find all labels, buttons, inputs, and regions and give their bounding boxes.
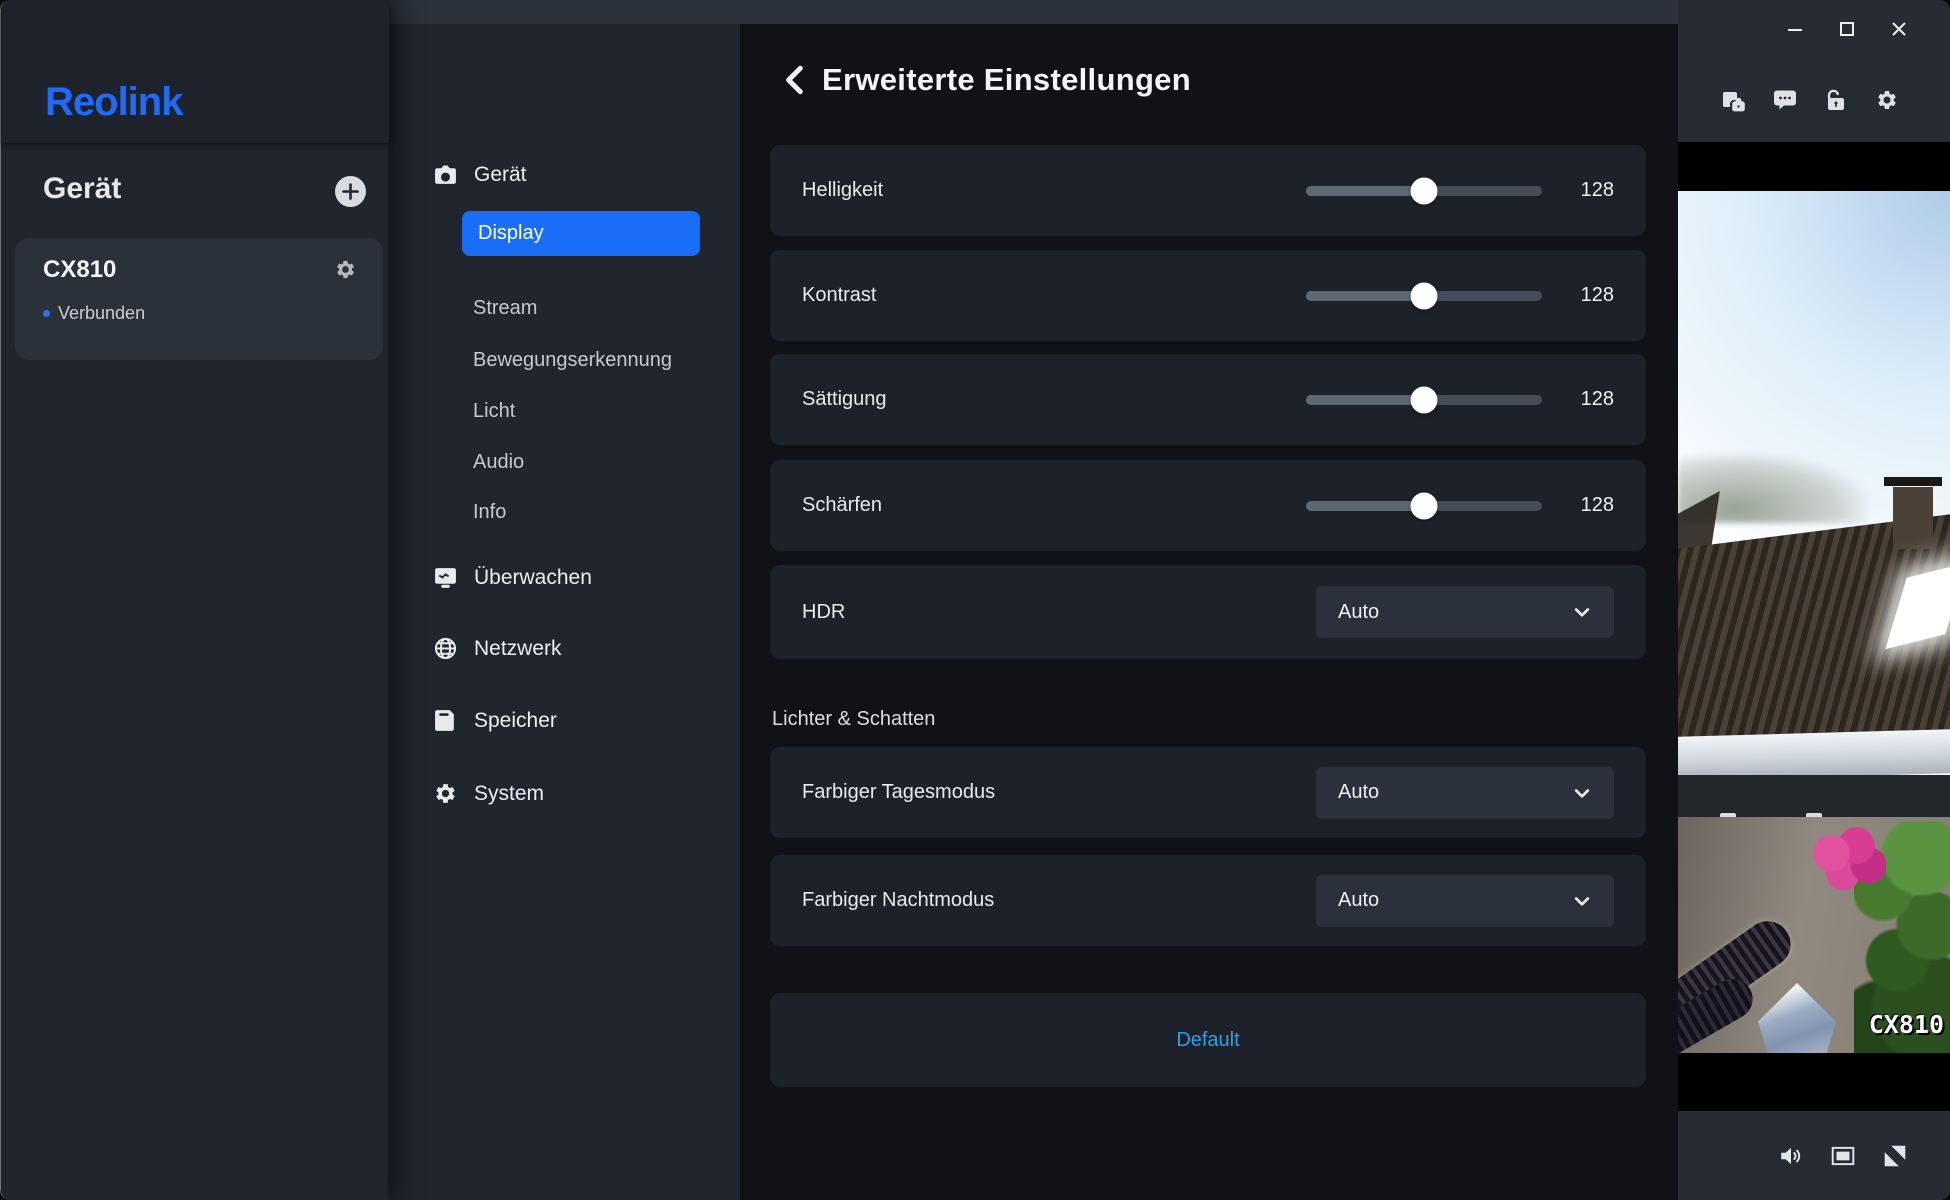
- dropdown-value: Auto: [1338, 781, 1379, 804]
- dropdown-value: Auto: [1338, 889, 1379, 912]
- chimney: [1893, 487, 1933, 549]
- screenshot-lock-icon[interactable]: [1722, 88, 1746, 112]
- slider-value: 128: [1566, 284, 1614, 307]
- nav-item-stream[interactable]: Stream: [473, 297, 537, 320]
- settings-gear-icon[interactable]: [1875, 88, 1899, 112]
- setting-label: Farbiger Tagesmodus: [802, 781, 995, 804]
- chevron-down-icon: [1572, 602, 1592, 622]
- default-button[interactable]: Default: [770, 993, 1646, 1087]
- tagesmodus-dropdown[interactable]: Auto: [1316, 767, 1614, 819]
- unlock-icon[interactable]: [1824, 88, 1848, 112]
- live-view-bottom-bar: [1678, 1111, 1950, 1200]
- live-view-toolbar: [1678, 88, 1950, 112]
- nav-group-label: Gerät: [474, 163, 527, 187]
- nav-section-label: System: [474, 782, 544, 806]
- settings-nav-panel: Gerät Display Stream Bewegungserkennung …: [388, 24, 740, 1200]
- nav-item-display[interactable]: Display: [462, 211, 700, 256]
- kontrast-slider[interactable]: [1306, 291, 1542, 301]
- setting-label: Farbiger Nachtmodus: [802, 889, 994, 912]
- monitor-icon: [433, 565, 458, 590]
- schaerfen-slider[interactable]: [1306, 501, 1542, 511]
- nav-item-licht[interactable]: Licht: [473, 400, 515, 423]
- device-status-text: Verbunden: [58, 303, 145, 324]
- minimize-icon[interactable]: [1786, 20, 1804, 38]
- device-settings-icon[interactable]: [334, 258, 357, 281]
- device-section-title: Gerät: [43, 172, 121, 206]
- advanced-settings-panel: Erweiterte Einstellungen Helligkeit 128 …: [740, 24, 1678, 1200]
- slider-knob[interactable]: [1411, 177, 1438, 204]
- slider-knob[interactable]: [1411, 386, 1438, 413]
- helligkeit-slider[interactable]: [1306, 186, 1542, 196]
- nav-item-bewegungserkennung[interactable]: Bewegungserkennung: [473, 349, 672, 372]
- setting-label: HDR: [802, 601, 845, 624]
- geranium-flower: [1808, 827, 1886, 893]
- setting-row-hdr: HDR Auto: [770, 565, 1646, 659]
- setting-row-helligkeit: Helligkeit 128: [770, 145, 1646, 236]
- slider-knob[interactable]: [1411, 282, 1438, 309]
- maximize-icon[interactable]: [1838, 20, 1856, 38]
- setting-label: Kontrast: [802, 284, 876, 307]
- section-lichter-schatten: Lichter & Schatten: [772, 708, 935, 731]
- live-video[interactable]: CX810: [1678, 142, 1950, 1111]
- add-device-button[interactable]: [335, 176, 366, 207]
- nachtmodus-dropdown[interactable]: Auto: [1316, 875, 1614, 927]
- nav-section-speicher[interactable]: Speicher: [433, 708, 557, 733]
- balcony-ledge: [1678, 729, 1950, 781]
- balcony-rail: [1678, 775, 1950, 817]
- nav-group-geraet[interactable]: Gerät: [433, 162, 527, 187]
- speaker-icon[interactable]: [1778, 1143, 1804, 1169]
- nav-section-netzwerk[interactable]: Netzwerk: [433, 636, 562, 661]
- live-view-panel: CX810: [1678, 0, 1950, 1200]
- nav-section-ueberwachen[interactable]: Überwachen: [433, 565, 592, 590]
- camera-stream-image: CX810: [1678, 191, 1950, 1053]
- nav-section-label: Speicher: [474, 709, 557, 733]
- setting-row-schaerfen: Schärfen 128: [770, 460, 1646, 551]
- slider-value: 128: [1566, 388, 1614, 411]
- setting-row-nachtmodus: Farbiger Nachtmodus Auto: [770, 855, 1646, 946]
- storage-icon: [433, 708, 458, 733]
- gear-icon: [433, 781, 458, 806]
- window-controls: [1786, 20, 1908, 38]
- reolink-logo: Reolink: [45, 80, 182, 125]
- window-titlebar[interactable]: [388, 0, 1678, 24]
- reolink-client-window: Gerät Display Stream Bewegungserkennung …: [0, 0, 1950, 1200]
- setting-label: Sättigung: [802, 388, 887, 411]
- dropdown-value: Auto: [1338, 601, 1379, 624]
- plus-icon: [342, 183, 359, 200]
- chevron-down-icon: [1572, 783, 1592, 803]
- nav-section-label: Überwachen: [474, 566, 592, 590]
- nav-section-label: Netzwerk: [474, 637, 562, 661]
- setting-row-saettigung: Sättigung 128: [770, 354, 1646, 445]
- device-card[interactable]: CX810 Verbunden: [15, 238, 383, 360]
- slider-value: 128: [1566, 179, 1614, 202]
- fullscreen-icon[interactable]: [1882, 1143, 1908, 1169]
- drawer-header: Reolink: [1, 0, 389, 143]
- nav-section-system[interactable]: System: [433, 781, 544, 806]
- chimney-cap: [1884, 477, 1942, 486]
- nav-item-info[interactable]: Info: [473, 501, 506, 524]
- chevron-down-icon: [1572, 891, 1592, 911]
- device-drawer: Reolink Gerät CX810 Verbunden: [0, 0, 388, 1200]
- slider-knob[interactable]: [1411, 492, 1438, 519]
- page-title: Erweiterte Einstellungen: [822, 62, 1191, 98]
- saettigung-slider[interactable]: [1306, 395, 1542, 405]
- nav-item-audio[interactable]: Audio: [473, 451, 524, 474]
- close-icon[interactable]: [1890, 20, 1908, 38]
- fit-frame-icon[interactable]: [1830, 1143, 1856, 1169]
- back-icon[interactable]: [782, 65, 808, 95]
- status-dot: [43, 310, 50, 317]
- camera-icon: [433, 162, 458, 187]
- setting-label: Schärfen: [802, 494, 882, 517]
- setting-row-kontrast: Kontrast 128: [770, 250, 1646, 341]
- feedback-chat-icon[interactable]: [1773, 88, 1797, 112]
- device-name: CX810: [43, 256, 116, 284]
- setting-label: Helligkeit: [802, 179, 883, 202]
- globe-icon: [433, 636, 458, 661]
- default-button-label: Default: [1176, 1029, 1239, 1052]
- camera-osd-label: CX810: [1869, 1010, 1944, 1039]
- setting-row-tagesmodus: Farbiger Tagesmodus Auto: [770, 747, 1646, 838]
- device-status: Verbunden: [43, 303, 145, 324]
- slider-value: 128: [1566, 494, 1614, 517]
- hdr-dropdown[interactable]: Auto: [1316, 586, 1614, 638]
